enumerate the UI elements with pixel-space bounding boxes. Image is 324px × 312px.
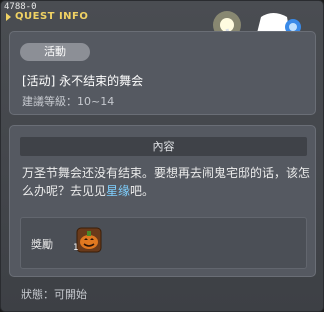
reward-box: 獎勵 1 xyxy=(20,217,307,269)
quest-summary-panel: 活動 [活动] 永不结束的舞会 建議等級：10~14 xyxy=(9,31,316,115)
reward-label: 獎勵 xyxy=(31,238,53,251)
level-range: 10~14 xyxy=(77,95,115,108)
quest-name: [活动] 永不结束的舞会 xyxy=(22,74,144,88)
content-text-before: 万圣节舞会还没有结束。要想再去闹鬼宅邸的话，该怎么办呢？去见见 xyxy=(22,166,311,198)
npc-name-link[interactable]: 星缘 xyxy=(106,184,130,198)
content-description: 万圣节舞会还没有结束。要想再去闹鬼宅邸的话，该怎么办呢？去见见星缘吧。 xyxy=(22,164,312,200)
recommended-level: 建議等級：10~14 xyxy=(22,93,114,109)
quest-status: 狀態：可開始 xyxy=(21,288,87,301)
content-header: 內容 xyxy=(20,137,307,156)
content-text-after: 吧。 xyxy=(130,184,155,198)
pumpkin-box-icon[interactable] xyxy=(76,227,102,253)
window-title: QUEST INFO xyxy=(15,11,89,22)
quest-category-badge: 活動 xyxy=(20,43,90,61)
title-arrow-icon xyxy=(6,13,11,21)
reward-item-count: 1 xyxy=(73,243,79,253)
quest-info-window: 4788-0 QUEST INFO 活動 [活动] 永不结束的舞会 建議等級：1… xyxy=(0,0,324,312)
quest-content-panel: 內容 万圣节舞会还没有结束。要想再去闹鬼宅邸的话，该怎么办呢？去见见星缘吧。 獎… xyxy=(9,125,316,277)
level-label: 建議等級： xyxy=(22,95,77,108)
